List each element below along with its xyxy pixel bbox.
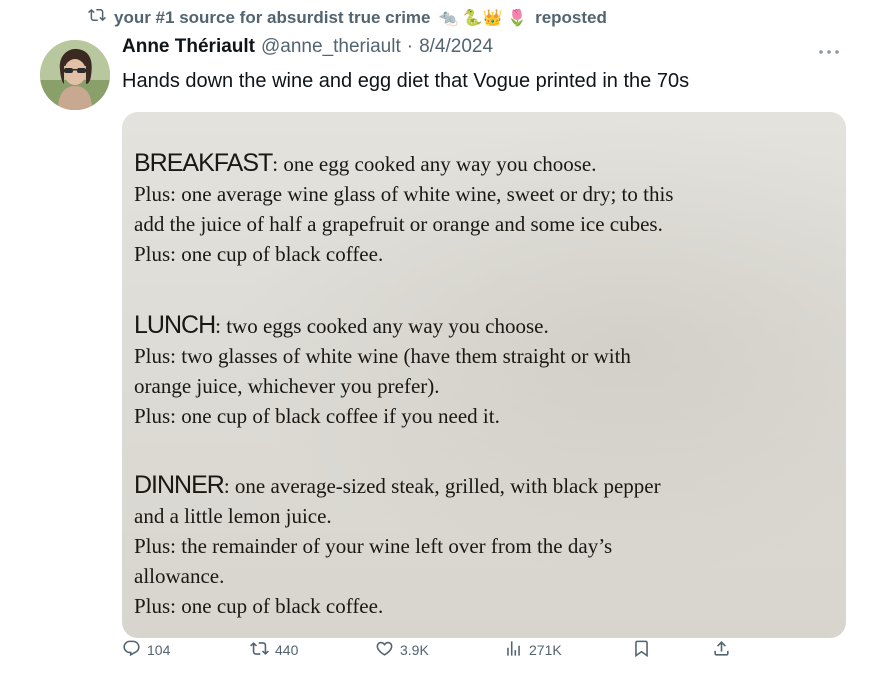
repost-icon [88, 6, 106, 29]
heart-icon [375, 639, 394, 661]
lunch-line: Plus: two glasses of white wine (have th… [134, 344, 631, 368]
reply-button[interactable]: 104 [122, 639, 170, 661]
avatar[interactable] [40, 40, 110, 110]
breakfast-section: BREAKFAST: one egg cooked any way you ch… [134, 148, 838, 269]
views-icon [504, 639, 523, 661]
repost-icon [250, 639, 269, 661]
dinner-line: : one average-sized steak, grilled, with… [223, 474, 661, 498]
views-count: 271K [529, 642, 562, 658]
dinner-line: allowance. [134, 564, 225, 588]
breakfast-line: Plus: one cup of black coffee. [134, 242, 384, 266]
dinner-line: Plus: the remainder of your wine left ov… [134, 534, 613, 558]
like-count: 3.9K [400, 642, 429, 658]
tweet-text: Hands down the wine and egg diet that Vo… [122, 70, 690, 92]
author-display-name[interactable]: Anne Thériault [122, 36, 255, 58]
dinner-line: Plus: one cup of black coffee. [134, 594, 384, 618]
media-image[interactable]: BREAKFAST: one egg cooked any way you ch… [122, 112, 846, 638]
lunch-line: Plus: one cup of black coffee if you nee… [134, 404, 500, 428]
dinner-first-line: DINNER: one average-sized steak, grilled… [134, 470, 838, 501]
bookmark-button[interactable] [632, 639, 651, 661]
lunch-line: : two eggs cooked any way you choose. [215, 314, 549, 338]
avatar-photo [40, 40, 110, 110]
repost-bar[interactable]: your #1 source for absurdist true crime … [88, 6, 607, 29]
lunch-section: LUNCH: two eggs cooked any way you choos… [134, 310, 838, 431]
tweet-header: Anne Thériault @anne_theriault · 8/4/202… [122, 36, 493, 58]
lunch-heading: LUNCH [134, 311, 216, 339]
repost-label: reposted [535, 7, 607, 27]
dinner-line: and a little lemon juice. [134, 504, 332, 528]
dinner-heading: DINNER [134, 471, 225, 499]
share-button[interactable] [712, 639, 731, 661]
like-button[interactable]: 3.9K [375, 639, 429, 661]
breakfast-first-line: BREAKFAST: one egg cooked any way you ch… [134, 148, 838, 179]
reply-count: 104 [147, 642, 171, 658]
repost-button[interactable]: 440 [250, 639, 298, 661]
share-icon [712, 639, 731, 661]
breakfast-heading: BREAKFAST [134, 149, 273, 177]
more-icon[interactable] [818, 40, 840, 61]
header-separator: · [406, 36, 414, 57]
breakfast-line: Plus: one average wine glass of white wi… [134, 182, 674, 206]
author-handle[interactable]: @anne_theriault [261, 36, 401, 58]
reply-icon [122, 639, 141, 661]
repost-account-emojis: 🐀 🐍👑 🌷 [438, 9, 528, 27]
bookmark-icon [632, 639, 651, 661]
repost-account-name[interactable]: your #1 source for absurdist true crime [114, 8, 431, 28]
lunch-line: orange juice, whichever you prefer). [134, 374, 440, 398]
lunch-first-line: LUNCH: two eggs cooked any way you choos… [134, 310, 838, 341]
views-button[interactable]: 271K [504, 639, 562, 661]
dinner-section: DINNER: one average-sized steak, grilled… [134, 470, 838, 621]
post-date[interactable]: 8/4/2024 [419, 36, 493, 58]
repost-count: 440 [275, 642, 299, 658]
breakfast-line: add the juice of half a grapefruit or or… [134, 212, 663, 236]
breakfast-line: : one egg cooked any way you choose. [272, 152, 597, 176]
